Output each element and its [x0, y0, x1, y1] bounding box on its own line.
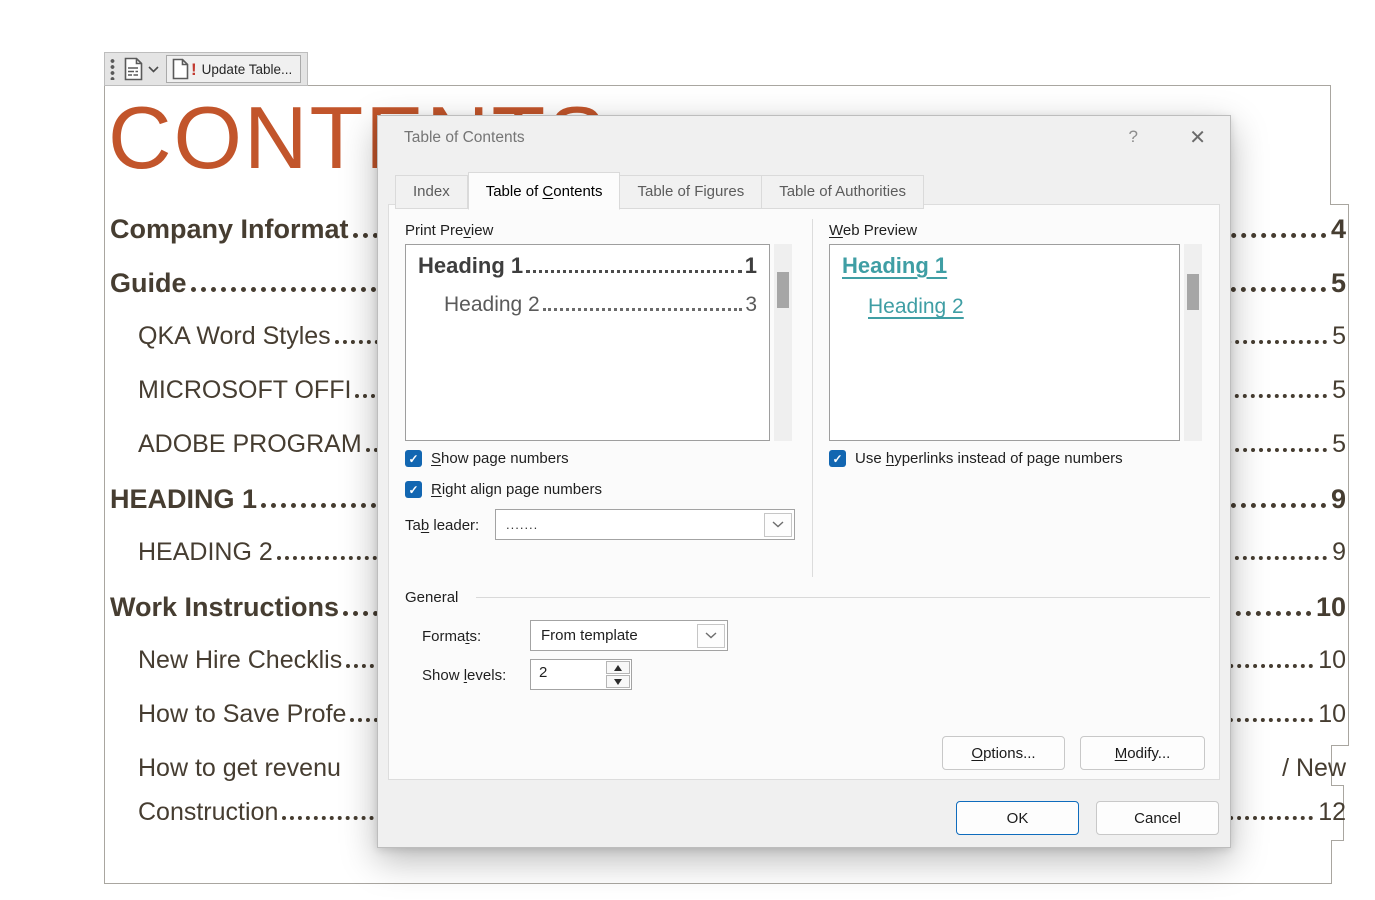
print-preview-label: Print Preview	[405, 222, 494, 239]
formats-dropdown[interactable]: From template	[530, 620, 728, 651]
right-align-checkbox[interactable]: ✓	[405, 481, 422, 498]
show-page-numbers-label: Show page numbers	[431, 450, 569, 467]
tab-leader-label: Tab leader:	[405, 517, 480, 534]
tab-table-of-contents[interactable]: Table of Contents	[467, 172, 621, 210]
check-icon: ✓	[408, 451, 419, 466]
scrollbar-thumb[interactable]	[777, 272, 789, 308]
chevron-down-icon[interactable]	[697, 623, 725, 648]
web-preview-box: Heading 1 Heading 2	[829, 244, 1180, 441]
cancel-button[interactable]: Cancel	[1096, 801, 1219, 835]
toc-entry-page: 10	[1318, 646, 1346, 674]
toc-entry-label: QKA Word Styles	[138, 322, 331, 350]
dot-leader	[542, 305, 743, 311]
close-icon[interactable]: ✕	[1189, 125, 1206, 150]
options-button[interactable]: Options...	[942, 736, 1065, 770]
toc-field-toolbar: ! Update Table...	[104, 52, 309, 86]
toc-entry-label: New Hire Checklis	[138, 646, 343, 674]
chevron-down-icon[interactable]	[764, 512, 792, 537]
web-preview-link: Heading 2	[868, 295, 964, 318]
toc-entry-page: 9	[1332, 538, 1346, 566]
modify-button[interactable]: Modify...	[1080, 736, 1205, 770]
toc-entry-label: ADOBE PROGRAM	[138, 430, 362, 458]
use-hyperlinks-row: ✓ Use hyperlinks instead of page numbers	[829, 450, 1123, 467]
toc-entry-page: 5	[1332, 322, 1346, 350]
arrow-up-icon	[614, 664, 622, 671]
toc-entry-page: 9	[1330, 484, 1346, 514]
web-preview-scrollbar[interactable]	[1184, 244, 1202, 441]
formats-label: Formats:	[422, 628, 482, 645]
toc-entry-label: Guide	[110, 268, 187, 298]
general-group-label: General	[405, 589, 459, 606]
check-icon: ✓	[832, 451, 843, 466]
show-page-numbers-checkbox[interactable]: ✓	[405, 450, 422, 467]
tab-table-of-authorities[interactable]: Table of Authorities	[762, 175, 924, 209]
toc-entry-label: How to Save Profe	[138, 700, 347, 728]
right-align-row: ✓ Right align page numbers	[405, 481, 602, 498]
toc-entry-page: 4	[1330, 214, 1346, 244]
web-preview-link: Heading 1	[842, 253, 948, 278]
table-of-contents-dialog: Table of Contents ? ✕ Index Table of Cont…	[377, 115, 1231, 848]
web-preview-label: Web Preview	[829, 222, 918, 239]
use-hyperlinks-checkbox[interactable]: ✓	[829, 450, 846, 467]
print-preview-entry: Heading 1 1	[418, 253, 757, 278]
show-levels-label: Show levels:	[422, 667, 507, 684]
column-divider	[812, 219, 813, 577]
show-levels-spinner[interactable]: 2	[530, 659, 632, 690]
tab-leader-dropdown[interactable]: .......	[495, 509, 795, 540]
tab-index[interactable]: Index	[395, 175, 468, 209]
toc-entry-label: Company Informat	[110, 214, 349, 244]
show-page-numbers-row: ✓ Show page numbers	[405, 450, 569, 467]
toc-entry-label: Construction	[138, 798, 279, 826]
document-alert-icon	[172, 58, 190, 80]
use-hyperlinks-label: Use hyperlinks instead of page numbers	[855, 450, 1123, 467]
check-icon: ✓	[408, 482, 419, 497]
toc-entry-page: 10	[1315, 592, 1346, 622]
chevron-down-icon[interactable]	[148, 65, 159, 73]
print-preview-scrollbar[interactable]	[774, 244, 792, 441]
dialog-title: Table of Contents	[404, 129, 525, 146]
print-preview-box: Heading 1 1 Heading 2 3	[405, 244, 770, 441]
tab-table-of-figures[interactable]: Table of Figures	[620, 175, 763, 209]
dialog-tab-strip: Index Table of Contents Table of Figures Ta…	[395, 172, 924, 210]
ok-button[interactable]: OK	[956, 801, 1079, 835]
update-table-label: Update Table...	[201, 61, 293, 77]
toc-entry-page: / New	[1282, 754, 1346, 782]
toc-entry-page: 5	[1330, 268, 1346, 298]
drag-grip-icon[interactable]	[110, 58, 115, 80]
spin-down-button[interactable]	[606, 675, 630, 688]
dot-leader	[526, 267, 742, 273]
toc-document-icon[interactable]	[123, 57, 144, 81]
toc-entry-page: 12	[1318, 798, 1346, 826]
toc-entry-label: MICROSOFT OFFI	[138, 376, 352, 404]
toc-tab-page: Print Preview Heading 1 1 Heading 2 3 ✓ …	[388, 204, 1220, 780]
right-align-label: Right align page numbers	[431, 481, 602, 498]
toc-entry-label: HEADING 2	[138, 538, 273, 566]
arrow-down-icon	[614, 678, 622, 685]
toc-entry-label: How to get revenu	[138, 754, 341, 782]
toc-entry-label: HEADING 1	[110, 484, 258, 514]
help-icon[interactable]: ?	[1129, 127, 1138, 147]
scrollbar-thumb[interactable]	[1187, 274, 1199, 310]
toc-entry-label: Work Instructions	[110, 592, 340, 622]
print-preview-entry: Heading 2 3	[444, 293, 757, 316]
update-table-button[interactable]: ! Update Table...	[166, 55, 302, 83]
toc-entry-page: 5	[1332, 376, 1346, 404]
alert-exclamation: !	[191, 59, 197, 79]
toc-entry-page: 10	[1318, 700, 1346, 728]
toc-entry-page: 5	[1332, 430, 1346, 458]
spin-up-button[interactable]	[606, 661, 630, 674]
general-group-line	[476, 597, 1210, 598]
